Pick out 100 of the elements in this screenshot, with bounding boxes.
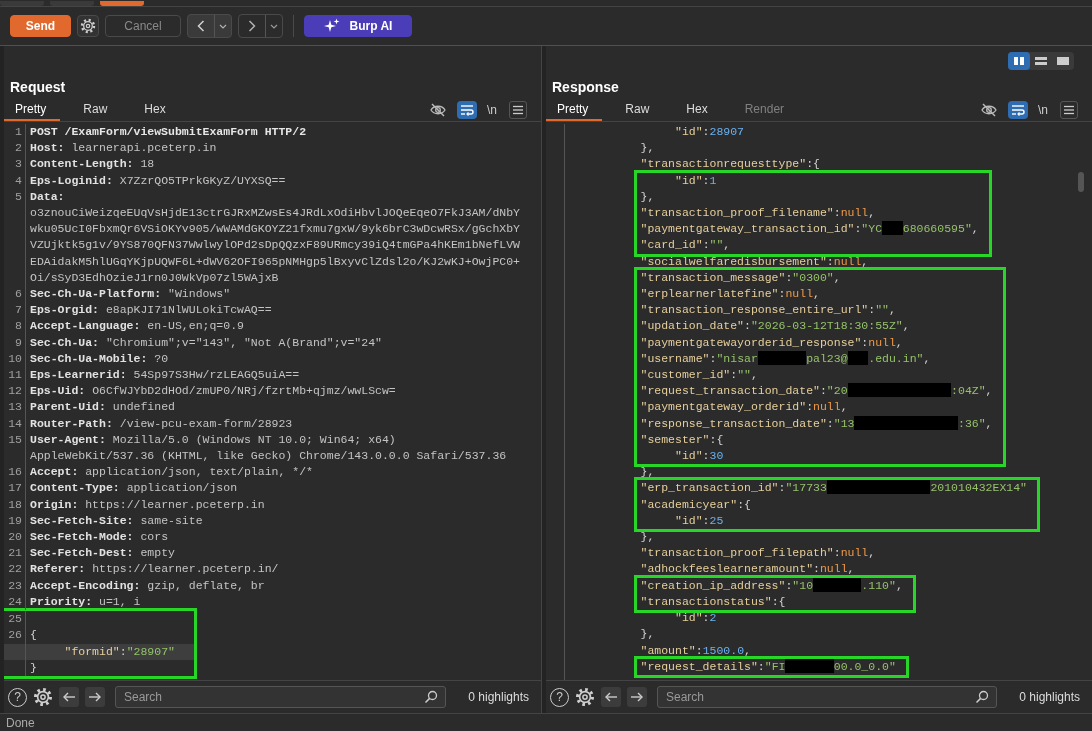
header-line: Accept-Encoding: gzip, deflate, br bbox=[29, 577, 265, 594]
line-number: 6 bbox=[15, 287, 22, 301]
code-line: "transaction_proof_filename":null, bbox=[640, 205, 876, 221]
settings-icon[interactable] bbox=[575, 687, 595, 707]
header-line: Origin: https://learner.pceterp.in bbox=[29, 496, 265, 513]
line-number: 2 bbox=[15, 141, 22, 155]
line-number: 18 bbox=[8, 497, 22, 511]
tab[interactable]: Raw bbox=[72, 99, 122, 121]
newline-toggle[interactable]: \n bbox=[1038, 103, 1048, 117]
settings-icon[interactable] bbox=[33, 687, 53, 707]
header-line: Sec-Ch-Ua: "Chromium";v="143", "Not A(Brand";v="24" bbox=[29, 334, 382, 351]
word-wrap-toggle[interactable] bbox=[457, 101, 477, 119]
back-button[interactable] bbox=[187, 14, 232, 38]
hide-icon[interactable] bbox=[980, 102, 998, 118]
tab[interactable]: Pretty bbox=[546, 99, 603, 121]
header-line: Eps-Learnerid: 54Sp97S3Hw/rzLEAGQ5uiA== bbox=[29, 367, 300, 384]
previous-button[interactable] bbox=[59, 687, 79, 707]
code-line: "transaction_message":"0300", bbox=[640, 269, 841, 286]
code-line: "card_id":"", bbox=[640, 237, 731, 254]
code-line: "academicyear":{ bbox=[640, 496, 751, 513]
header-line: Referer: https://learner.pceterp.in/ bbox=[29, 561, 279, 578]
code-line: "paymentgateway_orderid":null, bbox=[640, 399, 848, 416]
columns-icon bbox=[1012, 55, 1026, 67]
hide-icon[interactable] bbox=[429, 102, 447, 118]
code-line: "username":"nisar pal23@ .edu.in", bbox=[640, 350, 931, 367]
status-text: Done bbox=[6, 716, 35, 730]
menu-icon bbox=[1063, 105, 1075, 115]
burp-ai-button[interactable]: Burp AI bbox=[304, 15, 412, 37]
code-line: "id":25 bbox=[675, 512, 724, 529]
line-number: 22 bbox=[8, 562, 22, 576]
word-wrap-toggle[interactable] bbox=[1008, 101, 1028, 119]
header-line: Content-Type: application/json bbox=[29, 480, 238, 497]
tab[interactable]: Pretty bbox=[4, 99, 61, 121]
header-line: Host: learnerapi.pceterp.in bbox=[29, 140, 217, 157]
code-line: }, bbox=[640, 188, 655, 205]
search-field[interactable]: Search bbox=[115, 686, 447, 708]
menu-icon bbox=[512, 105, 524, 115]
single-pane-icon bbox=[1056, 55, 1070, 67]
chevron-left-icon bbox=[197, 20, 205, 32]
code-line: "id":28907 bbox=[675, 124, 745, 140]
code-line: "request_transaction_date":"20 :04Z", bbox=[640, 383, 993, 400]
line-number: 15 bbox=[8, 432, 22, 446]
line-number: 14 bbox=[8, 416, 22, 430]
header-line: Priority: u=1, i bbox=[29, 593, 141, 610]
header-line: Eps-Loginid: X7ZzrQO5TPrkGKyZ/UYXSQ== bbox=[29, 172, 286, 189]
rows-icon bbox=[1034, 55, 1048, 67]
code-line: "id":2 bbox=[675, 610, 717, 627]
tab[interactable]: Hex bbox=[133, 99, 180, 121]
panel-title: Request bbox=[10, 79, 67, 95]
next-button[interactable] bbox=[627, 687, 647, 707]
line-number: 23 bbox=[8, 578, 22, 592]
code-line: "transactionrequesttype":{ bbox=[640, 156, 820, 173]
code-line: "transaction_proof_filepath":null, bbox=[640, 545, 876, 562]
tab[interactable]: Hex bbox=[675, 99, 722, 121]
arrow-right-icon bbox=[88, 691, 102, 703]
line-number: 21 bbox=[8, 546, 22, 560]
line-number: 16 bbox=[8, 465, 22, 479]
header-line: Sec-Fetch-Mode: cors bbox=[29, 529, 169, 546]
line-number: 11 bbox=[8, 368, 22, 382]
search-icon bbox=[975, 690, 990, 704]
line-number: 24 bbox=[8, 594, 22, 608]
code-line: } bbox=[29, 659, 37, 676]
line-number: 10 bbox=[8, 351, 22, 365]
code-line: "semester":{ bbox=[640, 431, 724, 448]
code-line: "id":30 bbox=[675, 448, 724, 465]
scrollbar[interactable] bbox=[1078, 172, 1084, 192]
code-line: }, bbox=[640, 464, 655, 481]
code-line: "erp_transaction_id":"17733 201010432EX14" bbox=[640, 480, 1027, 497]
previous-button[interactable] bbox=[601, 687, 621, 707]
chevron-right-icon bbox=[248, 20, 256, 32]
code-line: "response_transaction_date":"13 :36", bbox=[640, 415, 993, 432]
code-line: "updation_date":"2026-03-12T18:30:55Z", bbox=[640, 318, 910, 335]
newline-toggle[interactable]: \n bbox=[487, 103, 497, 117]
menu-button[interactable] bbox=[1060, 101, 1078, 119]
header-line: Router-Path: /view-pcu-exam-form/28923 bbox=[29, 415, 293, 432]
caret-icon bbox=[270, 23, 278, 29]
line-number: 1 bbox=[15, 125, 22, 138]
next-button[interactable] bbox=[85, 687, 105, 707]
search-field[interactable]: Search bbox=[657, 686, 998, 708]
header-line: Sec-Ch-Ua-Mobile: ?0 bbox=[29, 350, 169, 367]
settings-button[interactable] bbox=[77, 15, 99, 37]
code-line: }, bbox=[640, 140, 655, 157]
code-line: "socialwelfaredisbursement":null, bbox=[640, 253, 869, 270]
menu-button[interactable] bbox=[509, 101, 527, 119]
line-number: 4 bbox=[15, 173, 22, 187]
header-line: Sec-Fetch-Dest: empty bbox=[29, 545, 175, 562]
line-number: 9 bbox=[15, 335, 22, 349]
code-line: "adhockfeeslearneramount":null, bbox=[640, 561, 855, 578]
tab[interactable]: Raw bbox=[614, 99, 664, 121]
code-line: "paymentgateway_transaction_id":"YC 680660595", bbox=[640, 221, 979, 238]
code-line: "amount":1500.0, bbox=[640, 642, 751, 659]
gear-icon bbox=[80, 18, 96, 34]
code-line: "request_details":"FI 00.0_0.0" bbox=[640, 658, 896, 675]
code-line: "customer_id":"", bbox=[640, 367, 758, 384]
layout-toggle[interactable] bbox=[1008, 52, 1030, 70]
arrow-left-icon bbox=[62, 691, 76, 703]
highlight-count: 0 highlights bbox=[468, 690, 529, 704]
line-number: 8 bbox=[15, 319, 22, 333]
code-line: "id":1 bbox=[675, 172, 717, 189]
line-number: 3 bbox=[15, 157, 22, 171]
